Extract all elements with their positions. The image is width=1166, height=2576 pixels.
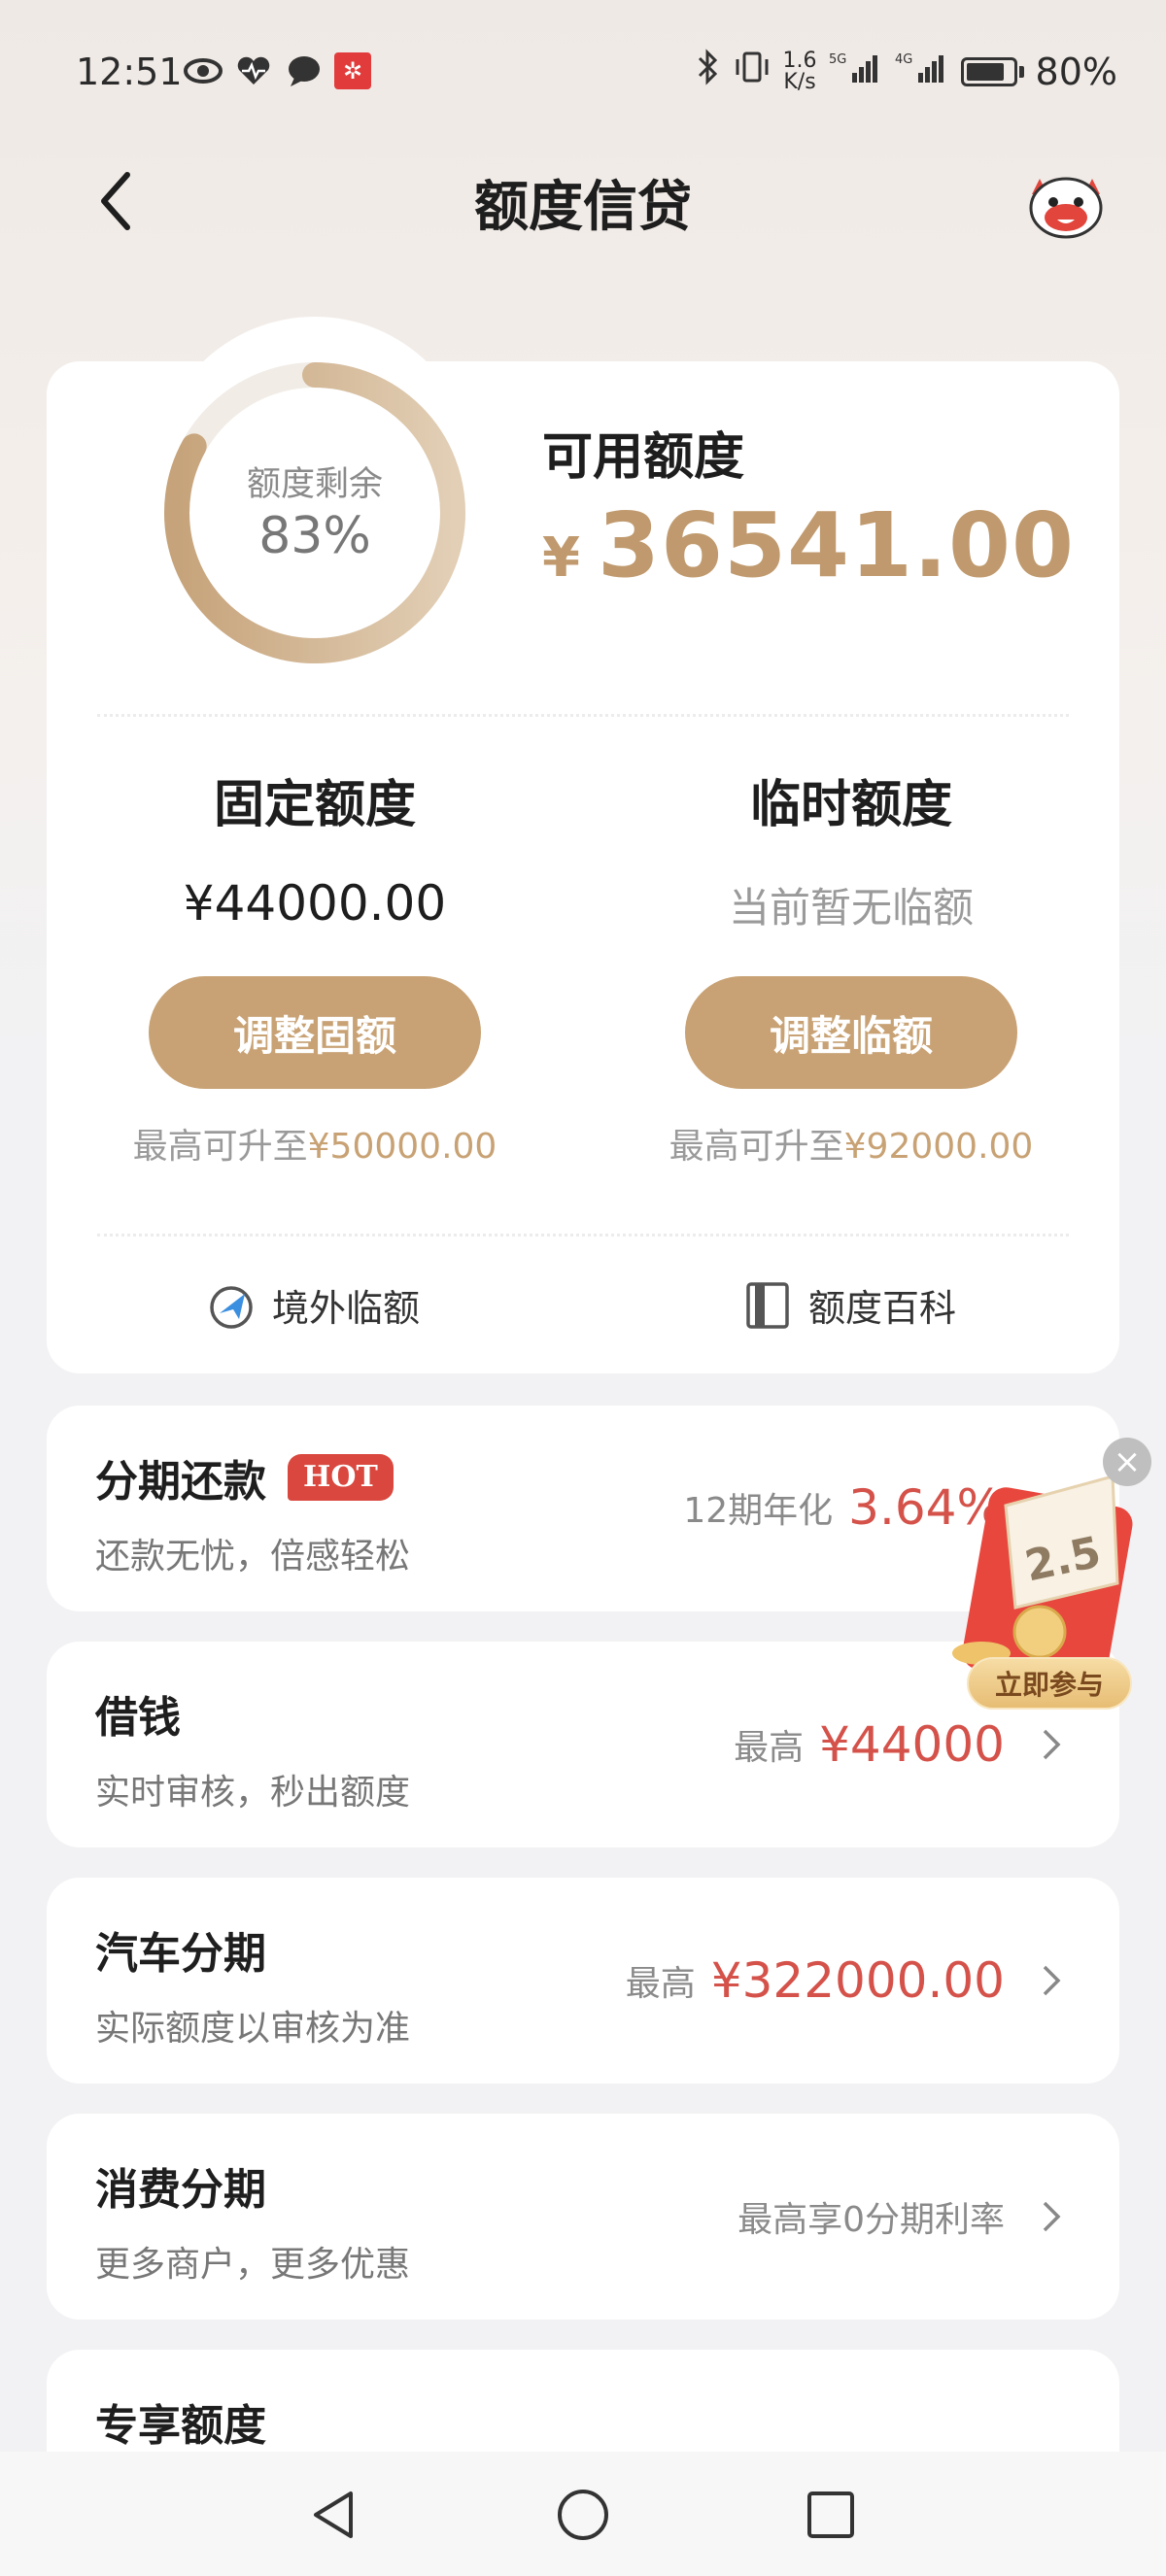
available-amount-value: 36541.00 bbox=[597, 493, 1076, 597]
credit-wiki-link[interactable]: 额度百科 bbox=[742, 1278, 956, 1332]
status-bar: 12:51 ✲ 1.6 K/s 5G 4G 80% bbox=[0, 0, 1166, 146]
nav-recent-icon[interactable] bbox=[797, 2481, 865, 2549]
network-speed-unit: K/s bbox=[783, 69, 816, 94]
app-notification-icon: ✲ bbox=[334, 52, 371, 89]
airplane-globe-icon bbox=[210, 1285, 253, 1329]
list-item-right-prefix: 最高 bbox=[734, 1728, 805, 1768]
fixed-credit-amount: ¥44000.00 bbox=[183, 875, 447, 932]
chevron-right-icon bbox=[1032, 2187, 1071, 2246]
list-item-right: 最高 ¥44000 bbox=[734, 1715, 1071, 1774]
fixed-credit-title: 固定额度 bbox=[213, 776, 416, 834]
ring-percent: 83% bbox=[258, 507, 371, 565]
status-notification-icons: ✲ bbox=[183, 51, 371, 91]
ring-label: 额度剩余 bbox=[246, 465, 383, 504]
signal-5g-icon: 5G bbox=[829, 50, 883, 93]
list-item-right-prefix: 12期年化 bbox=[683, 1491, 834, 1531]
temp-credit-column: 临时额度 当前暂无临额 调整临额 最高可升至¥92000.00 bbox=[637, 763, 1065, 1169]
nav-back-icon[interactable] bbox=[301, 2481, 369, 2549]
promo-join-button[interactable]: 立即参与 bbox=[967, 1657, 1132, 1710]
list-item-subtitle: 更多商户，更多优惠 bbox=[95, 2245, 411, 2285]
network-speed: 1.6 K/s bbox=[782, 48, 817, 94]
list-item-title-text: 专享额度 bbox=[95, 2401, 266, 2451]
svg-text:4G: 4G bbox=[895, 52, 912, 67]
list-item-title: 借钱 bbox=[95, 1682, 181, 1745]
hot-badge: HOT bbox=[288, 1454, 394, 1501]
heart-pulse-icon bbox=[233, 51, 274, 91]
overseas-temp-credit-label: 境外临额 bbox=[272, 1287, 421, 1330]
fixed-max-prefix: 最高可升至 bbox=[132, 1127, 308, 1167]
list-item-right: 最高享0分期利率 bbox=[737, 2187, 1071, 2246]
list-item-subtitle: 实时审核，秒出额度 bbox=[95, 1773, 411, 1813]
divider bbox=[97, 1234, 1069, 1237]
status-time: 12:51 bbox=[76, 51, 183, 93]
status-system-icons: 1.6 K/s 5G 4G 80% bbox=[696, 49, 1117, 94]
nav-home-icon[interactable] bbox=[549, 2481, 617, 2549]
overseas-temp-credit-link[interactable]: 境外临额 bbox=[206, 1278, 420, 1332]
list-item-title: 专享额度 bbox=[95, 2390, 266, 2453]
list-item-right-prefix: 最高享0分期利率 bbox=[737, 2200, 1005, 2240]
list-item-title-text: 消费分期 bbox=[95, 2165, 266, 2215]
system-navigation-bar bbox=[0, 2452, 1166, 2576]
list-item-title: 分期还款 HOT bbox=[95, 1446, 394, 1508]
battery-tip bbox=[1018, 65, 1024, 78]
list-item-right-value: ¥44000 bbox=[819, 1716, 1005, 1773]
fixed-max-value: ¥50000.00 bbox=[307, 1127, 497, 1167]
eye-icon bbox=[183, 51, 223, 91]
close-icon[interactable]: × bbox=[1103, 1438, 1151, 1486]
list-item-car-installment[interactable]: 汽车分期 实际额度以审核为准 最高 ¥322000.00 bbox=[47, 1878, 1119, 2084]
list-item-right: 最高 ¥322000.00 bbox=[626, 1951, 1071, 2010]
mascot-avatar-icon[interactable] bbox=[1022, 165, 1110, 243]
temp-credit-title: 临时额度 bbox=[749, 776, 952, 834]
temp-credit-max: 最高可升至¥92000.00 bbox=[637, 1118, 1065, 1169]
list-item-title: 消费分期 bbox=[95, 2154, 266, 2217]
svg-text:5G: 5G bbox=[829, 52, 846, 67]
list-item-right-value: ¥322000.00 bbox=[710, 1952, 1005, 2009]
book-icon bbox=[746, 1281, 789, 1329]
available-credit-amount: ¥ 36541.00 bbox=[542, 493, 1075, 597]
adjust-temp-credit-button[interactable]: 调整临额 bbox=[685, 976, 1017, 1089]
chevron-right-icon bbox=[1032, 1951, 1071, 2010]
adjust-fixed-credit-button[interactable]: 调整固额 bbox=[149, 976, 481, 1089]
temp-credit-amount: 当前暂无临额 bbox=[728, 884, 974, 932]
temp-max-prefix: 最高可升至 bbox=[669, 1127, 844, 1167]
battery-percent: 80% bbox=[1035, 50, 1117, 93]
network-speed-value: 1.6 bbox=[782, 48, 817, 73]
chevron-right-icon bbox=[1032, 1715, 1071, 1774]
bluetooth-icon bbox=[696, 49, 721, 94]
list-item-title-text: 分期还款 bbox=[95, 1457, 266, 1507]
available-currency: ¥ bbox=[542, 526, 580, 590]
list-item-subtitle: 实际额度以审核为准 bbox=[95, 2009, 411, 2049]
fixed-credit-column: 固定额度 ¥44000.00 调整固额 最高可升至¥50000.00 bbox=[101, 763, 529, 1169]
available-credit-label: 可用额度 bbox=[542, 428, 745, 487]
fixed-credit-max: 最高可升至¥50000.00 bbox=[101, 1118, 529, 1169]
temp-max-value: ¥92000.00 bbox=[843, 1127, 1034, 1167]
vibrate-icon bbox=[733, 50, 772, 93]
divider bbox=[97, 714, 1069, 717]
list-item-title-text: 借钱 bbox=[95, 1693, 181, 1743]
credit-wiki-label: 额度百科 bbox=[808, 1287, 957, 1330]
list-item-title-text: 汽车分期 bbox=[95, 1929, 266, 1979]
page-title: 额度信贷 bbox=[474, 176, 692, 239]
list-item-consumer-installment[interactable]: 消费分期 更多商户，更多优惠 最高享0分期利率 bbox=[47, 2114, 1119, 2320]
signal-4g-icon: 4G bbox=[895, 50, 949, 93]
list-item-right-prefix: 最高 bbox=[625, 1964, 696, 2004]
app-header: 额度信贷 bbox=[0, 146, 1166, 262]
battery-icon bbox=[960, 56, 1017, 86]
chat-bubble-icon bbox=[284, 51, 325, 91]
list-item-title: 汽车分期 bbox=[95, 1918, 266, 1981]
list-item-subtitle: 还款无忧，倍感轻松 bbox=[95, 1537, 411, 1576]
